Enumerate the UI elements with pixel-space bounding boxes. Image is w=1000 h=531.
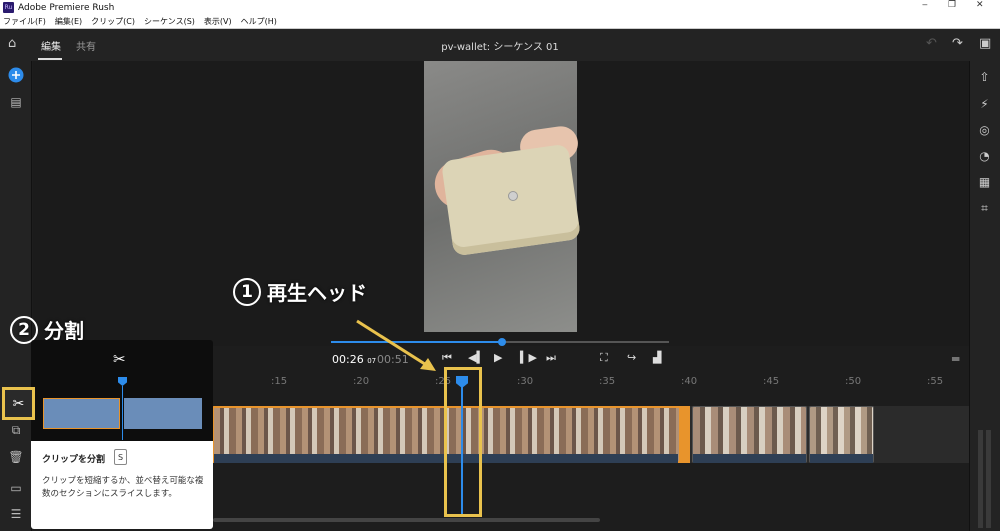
annotation-label: 再生ヘッド — [267, 281, 367, 305]
tooltip-description: クリップを短縮するか、並べ替え可能な複数のセクションにスライスします。 — [42, 476, 204, 499]
tooltip-clip-left — [43, 398, 120, 429]
tooltip-clip-right — [124, 398, 202, 429]
annotation-playhead: 1 再生ヘッド — [233, 277, 367, 306]
tooltip-title: クリップを分割 — [42, 455, 106, 465]
split-button[interactable]: ✂ — [2, 387, 35, 420]
shortcut-key: S — [114, 449, 127, 465]
scissors-icon: ✂ — [12, 395, 25, 412]
scissors-icon: ✂ — [113, 350, 126, 368]
tooltip-playhead-line — [122, 386, 123, 440]
annotation-number: 1 — [233, 277, 261, 306]
